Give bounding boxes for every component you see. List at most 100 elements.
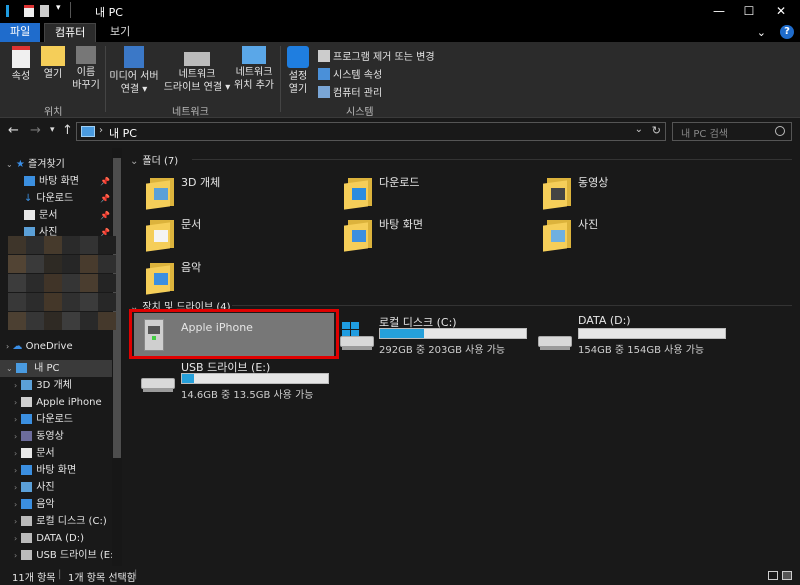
nav-item-label: 3D 개체 bbox=[36, 380, 72, 391]
desktop-icon bbox=[24, 176, 35, 186]
rename-button[interactable]: 이름 바꾸기 bbox=[70, 44, 102, 92]
group-label-location: 위치 bbox=[44, 107, 63, 118]
redaction-cell bbox=[98, 312, 116, 330]
folder-icon bbox=[146, 257, 174, 295]
nav-item-label: 바탕 화면 bbox=[39, 176, 79, 187]
back-arrow-icon[interactable]: ← bbox=[8, 123, 19, 138]
open-settings-button[interactable]: 설정 열기 bbox=[284, 44, 312, 96]
pictures-icon bbox=[21, 482, 33, 492]
nav-item-drive-d[interactable]: › DATA (D:) bbox=[14, 530, 84, 547]
title-divider bbox=[70, 2, 71, 18]
music-icon bbox=[21, 499, 33, 509]
help-icon[interactable]: ? bbox=[780, 25, 794, 39]
redaction-cell bbox=[44, 274, 62, 292]
drive-c-tile[interactable] bbox=[340, 313, 530, 357]
nav-item-documents[interactable]: 문서 bbox=[24, 207, 57, 224]
chevron-right-icon: › bbox=[14, 483, 18, 492]
nav-item-label: 다운로드 bbox=[36, 414, 74, 425]
folder-pictures[interactable]: 사진 bbox=[539, 212, 729, 254]
nav-item-documents[interactable]: › 문서 bbox=[14, 445, 55, 462]
drive-e-tile[interactable] bbox=[138, 358, 332, 402]
nav-item-downloads[interactable]: ↓ 다운로드 bbox=[24, 190, 73, 207]
computer-management-button[interactable]: 컴퓨터 관리 bbox=[318, 84, 382, 99]
nav-item-drive-c[interactable]: › 로컬 디스크 (C:) bbox=[14, 513, 107, 530]
folder-icon bbox=[344, 214, 372, 252]
breadcrumb-chevron-icon[interactable]: › bbox=[99, 125, 103, 136]
nav-item-drive-e[interactable]: › USB 드라이브 (E: bbox=[14, 547, 113, 564]
uninstall-program-button[interactable]: 프로그램 제거 또는 변경 bbox=[318, 48, 435, 63]
computer-management-icon bbox=[318, 85, 330, 98]
nav-item-downloads[interactable]: › 다운로드 bbox=[14, 411, 73, 428]
forward-arrow-icon[interactable]: → bbox=[30, 123, 41, 138]
drive-d-tile[interactable] bbox=[536, 313, 730, 357]
properties-button[interactable]: 속성 bbox=[6, 44, 36, 83]
redaction-cell bbox=[8, 274, 26, 292]
redaction-cell bbox=[98, 274, 116, 292]
tab-view[interactable]: 보기 bbox=[100, 23, 140, 42]
nav-this-pc[interactable]: ⌄ 내 PC bbox=[0, 360, 112, 377]
nav-quick-access[interactable]: ⌄ ★ 즐겨찾기 bbox=[6, 156, 65, 173]
system-properties-label: 시스템 속성 bbox=[333, 70, 383, 81]
folder-label: 문서 bbox=[181, 218, 202, 231]
chevron-right-icon: › bbox=[14, 449, 18, 458]
nav-onedrive[interactable]: › ☁ OneDrive bbox=[6, 338, 73, 355]
nav-item-videos[interactable]: › 동영상 bbox=[14, 428, 64, 445]
breadcrumb[interactable]: 내 PC bbox=[109, 125, 137, 141]
nav-item-pictures[interactable]: › 사진 bbox=[14, 479, 55, 496]
folder-videos[interactable]: 동영상 bbox=[539, 170, 729, 212]
status-divider: | bbox=[58, 569, 62, 580]
tab-computer[interactable]: 컴퓨터 bbox=[44, 23, 97, 42]
tab-file[interactable]: 파일 bbox=[0, 23, 41, 42]
folders-header-label: 폴더 (7) bbox=[142, 156, 179, 167]
map-drive-button[interactable]: 네트워크 드라이브 연결 ▾ bbox=[162, 44, 232, 94]
up-arrow-icon[interactable]: ↑ bbox=[62, 123, 73, 138]
nav-item-desktop[interactable]: 바탕 화면 bbox=[24, 173, 79, 190]
customize-quick-access-icon[interactable]: ▾ bbox=[56, 3, 61, 17]
network-location-icon bbox=[242, 46, 266, 64]
window-title: 내 PC bbox=[95, 6, 123, 19]
folder-music[interactable]: 음악 bbox=[142, 255, 332, 297]
cloud-icon: ☁ bbox=[12, 341, 23, 352]
address-dropdown-icon[interactable]: ⌄ bbox=[635, 124, 643, 135]
address-bar[interactable]: › 내 PC ⌄ ↻ bbox=[76, 122, 666, 141]
folder-icon bbox=[543, 214, 571, 252]
details-view-icon[interactable] bbox=[768, 571, 778, 580]
pin-icon[interactable]: 📌 bbox=[100, 211, 110, 220]
search-placeholder: 내 PC 검색 bbox=[681, 129, 728, 140]
film-icon bbox=[551, 188, 565, 200]
redaction-cell bbox=[26, 236, 44, 254]
media-label-1: 미디어 서버 bbox=[109, 71, 159, 82]
folders-section-header[interactable]: ⌄ 폴더 (7) bbox=[130, 152, 178, 167]
maximize-button[interactable]: ☐ bbox=[734, 0, 764, 22]
nav-item-label: Apple iPhone bbox=[36, 397, 102, 408]
nav-item-iphone[interactable]: › Apple iPhone bbox=[14, 394, 102, 411]
minimize-button[interactable]: — bbox=[704, 0, 734, 22]
uninstall-icon bbox=[318, 49, 330, 62]
nav-item-3d-objects[interactable]: › 3D 개체 bbox=[14, 377, 72, 394]
pin-icon[interactable]: 📌 bbox=[100, 177, 110, 186]
nav-item-label: 다운로드 bbox=[36, 193, 74, 204]
nav-item-desktop[interactable]: › 바탕 화면 bbox=[14, 462, 76, 479]
new-folder-quick-icon[interactable] bbox=[40, 5, 49, 17]
open-button[interactable]: 열기 bbox=[38, 44, 68, 81]
nav-item-music[interactable]: › 음악 bbox=[14, 496, 55, 513]
redaction-cell bbox=[80, 255, 98, 273]
folder-desktop[interactable]: 바탕 화면 bbox=[340, 212, 530, 254]
nav-item-label: 동영상 bbox=[36, 431, 64, 442]
large-icons-view-icon[interactable] bbox=[782, 571, 792, 580]
media-server-button[interactable]: 미디어 서버 연결 ▾ bbox=[108, 44, 160, 96]
properties-quick-icon[interactable] bbox=[24, 5, 34, 17]
recent-locations-chevron-icon[interactable]: ▾ bbox=[50, 125, 55, 135]
settings-label-2: 열기 bbox=[288, 84, 308, 95]
system-properties-button[interactable]: 시스템 속성 bbox=[318, 66, 382, 81]
folder-documents[interactable]: 문서 bbox=[142, 212, 332, 254]
refresh-icon[interactable]: ↻ bbox=[652, 124, 661, 137]
pin-icon[interactable]: 📌 bbox=[100, 194, 110, 203]
add-network-location-button[interactable]: 네트워크 위치 추가 bbox=[232, 44, 276, 92]
ribbon: 속성 열기 이름 바꾸기 위치 미디어 서버 연결 ▾ 네트워크 드라이브 연결… bbox=[0, 42, 800, 118]
search-input[interactable]: 내 PC 검색 bbox=[672, 122, 792, 141]
close-button[interactable]: ✕ bbox=[766, 0, 796, 22]
chevron-down-icon[interactable]: ⌄ bbox=[757, 26, 766, 39]
folder-3d-objects[interactable]: 3D 개체 bbox=[142, 170, 332, 212]
folder-downloads[interactable]: 다운로드 bbox=[340, 170, 530, 212]
